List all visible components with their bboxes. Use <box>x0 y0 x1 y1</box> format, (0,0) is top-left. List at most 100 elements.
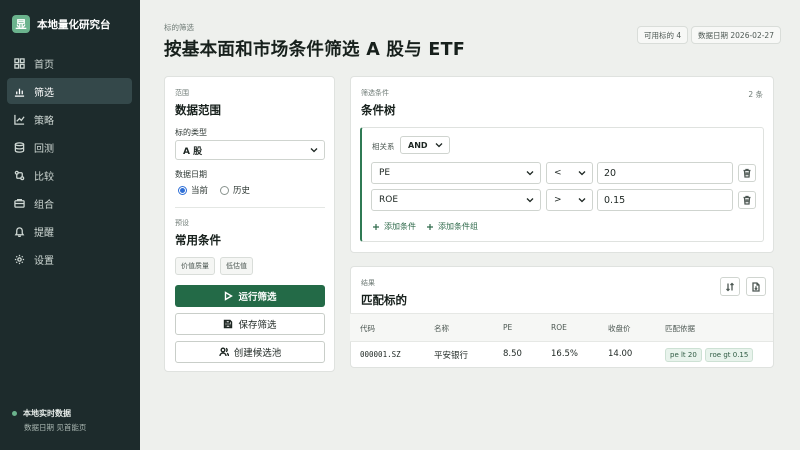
match-chip: pe lt 20 <box>665 348 702 362</box>
trash-icon <box>743 195 751 205</box>
nav-item-alerts[interactable]: 提醒 <box>7 218 132 244</box>
presets-eyebrow: 预设 <box>175 219 189 227</box>
nav-item-settings[interactable]: 设置 <box>7 246 132 272</box>
delete-condition-button[interactable] <box>738 164 756 182</box>
add-actions: 添加条件 添加条件组 <box>372 221 478 232</box>
run-screen-button[interactable]: 运行筛选 <box>175 285 325 307</box>
date-radio-group: 当前 历史 <box>178 184 250 196</box>
conditions-eyebrow: 筛选条件 <box>361 89 389 97</box>
status-title: 本地实时数据 <box>23 409 71 418</box>
sort-button[interactable] <box>720 277 740 296</box>
chevron-down-icon <box>526 198 534 203</box>
results-table-header: 代码 名称 PE ROE 收盘价 匹配依据 <box>350 313 773 342</box>
save-screen-button[interactable]: 保存筛选 <box>175 313 325 335</box>
nav-label: 筛选 <box>34 87 54 99</box>
condition-field-select[interactable]: PE <box>371 162 541 184</box>
condition-operator-value: < <box>554 168 562 178</box>
results-eyebrow: 结果 <box>361 279 375 287</box>
relation-select[interactable]: AND <box>400 136 450 154</box>
condition-operator-select[interactable]: > <box>546 189 593 211</box>
condition-field-value: ROE <box>379 195 399 205</box>
instrument-type-select[interactable]: A 股 <box>175 140 325 160</box>
data-date-badge: 数据日期 2026-02-27 <box>691 26 781 44</box>
chevron-down-icon <box>435 143 443 148</box>
nav-label: 提醒 <box>34 227 54 239</box>
nav-item-home[interactable]: 首页 <box>7 50 132 76</box>
line-chart-icon <box>14 114 25 125</box>
save-icon <box>224 319 233 329</box>
type-label: 标的类型 <box>175 128 207 137</box>
add-group-button[interactable]: 添加条件组 <box>426 221 478 232</box>
condition-operator-value: > <box>554 195 562 205</box>
radio-history-dot[interactable] <box>220 185 230 195</box>
export-button[interactable] <box>746 277 766 296</box>
col-pe: PE <box>503 323 513 332</box>
chevron-down-icon <box>578 171 586 176</box>
condition-value-input[interactable]: 20 <box>597 162 733 184</box>
nav-label: 组合 <box>34 199 54 211</box>
date-label: 数据日期 <box>175 170 207 179</box>
gear-icon <box>14 254 25 264</box>
add-condition-button[interactable]: 添加条件 <box>372 221 416 232</box>
compare-icon <box>14 170 25 180</box>
condition-operator-select[interactable]: < <box>546 162 593 184</box>
preset-tags: 价值质量 低估值 <box>175 257 253 275</box>
create-pool-button[interactable]: 创建候选池 <box>175 341 325 363</box>
conditions-title: 条件树 <box>361 103 396 117</box>
nav-item-screener[interactable]: 筛选 <box>7 78 132 104</box>
condition-value-input[interactable]: 0.15 <box>597 189 733 211</box>
grid-icon <box>14 57 25 69</box>
cell-code: 000001.SZ <box>360 350 401 359</box>
nav-item-compare[interactable]: 比较 <box>7 162 132 188</box>
nav-item-strategy[interactable]: 策略 <box>7 106 132 132</box>
users-icon <box>219 347 229 357</box>
plus-icon <box>373 223 379 230</box>
nav-label: 比较 <box>34 171 54 183</box>
conditions-count: 2 条 <box>748 90 763 99</box>
cell-pe: 8.50 <box>503 349 522 359</box>
portfolio-icon <box>14 198 25 208</box>
col-roe: ROE <box>551 323 567 332</box>
delete-condition-button[interactable] <box>738 191 756 209</box>
results-title: 匹配标的 <box>361 293 407 307</box>
radio-current-label: 当前 <box>191 186 209 196</box>
scope-eyebrow: 范围 <box>175 89 189 97</box>
page-title: 按基本面和市场条件筛选 A 股与 ETF <box>164 40 466 60</box>
sort-icon <box>726 282 734 291</box>
nav-item-portfolio[interactable]: 组合 <box>7 190 132 216</box>
nav-label: 策略 <box>34 115 54 127</box>
add-group-label: 添加条件组 <box>438 222 478 231</box>
divider <box>175 207 325 208</box>
nav-label: 回测 <box>34 143 54 155</box>
nav-item-backtest[interactable]: 回测 <box>7 134 132 160</box>
preset-tag-value-quality[interactable]: 价值质量 <box>175 257 215 275</box>
file-export-icon <box>752 281 760 292</box>
play-icon <box>225 291 234 301</box>
plus-icon <box>427 223 433 230</box>
radio-history[interactable]: 历史 <box>220 184 250 196</box>
trash-icon <box>743 168 751 178</box>
app-name: 本地量化研究台 <box>37 18 111 31</box>
condition-value-text: 20 <box>604 167 617 179</box>
radio-current[interactable]: 当前 <box>178 184 208 196</box>
available-count-badge: 可用标的 4 <box>637 26 689 44</box>
relation-value: AND <box>408 140 428 150</box>
radio-current-dot[interactable] <box>178 185 187 195</box>
brand[interactable]: 显 本地量化研究台 <box>12 15 111 33</box>
col-close: 收盘价 <box>608 324 631 333</box>
cell-roe: 16.5% <box>551 349 579 359</box>
presets-title: 常用条件 <box>175 233 221 247</box>
chevron-down-icon <box>578 198 586 203</box>
condition-field-value: PE <box>379 168 391 178</box>
sidebar: 显 本地量化研究台 首页 筛选 策略 回测 比较 组合 提醒 设置 本地实时数据… <box>0 0 140 450</box>
chevron-down-icon <box>526 171 534 176</box>
cell-close: 14.00 <box>608 349 633 359</box>
status-dot <box>12 411 17 416</box>
nav-label: 设置 <box>34 255 54 267</box>
main-nav: 首页 筛选 策略 回测 比较 组合 提醒 设置 <box>7 50 132 274</box>
condition-field-select[interactable]: ROE <box>371 189 541 211</box>
preset-tag-low-valuation[interactable]: 低估值 <box>220 257 253 275</box>
nav-label: 首页 <box>34 59 54 71</box>
bell-icon <box>14 226 25 237</box>
save-screen-label: 保存筛选 <box>238 320 277 331</box>
